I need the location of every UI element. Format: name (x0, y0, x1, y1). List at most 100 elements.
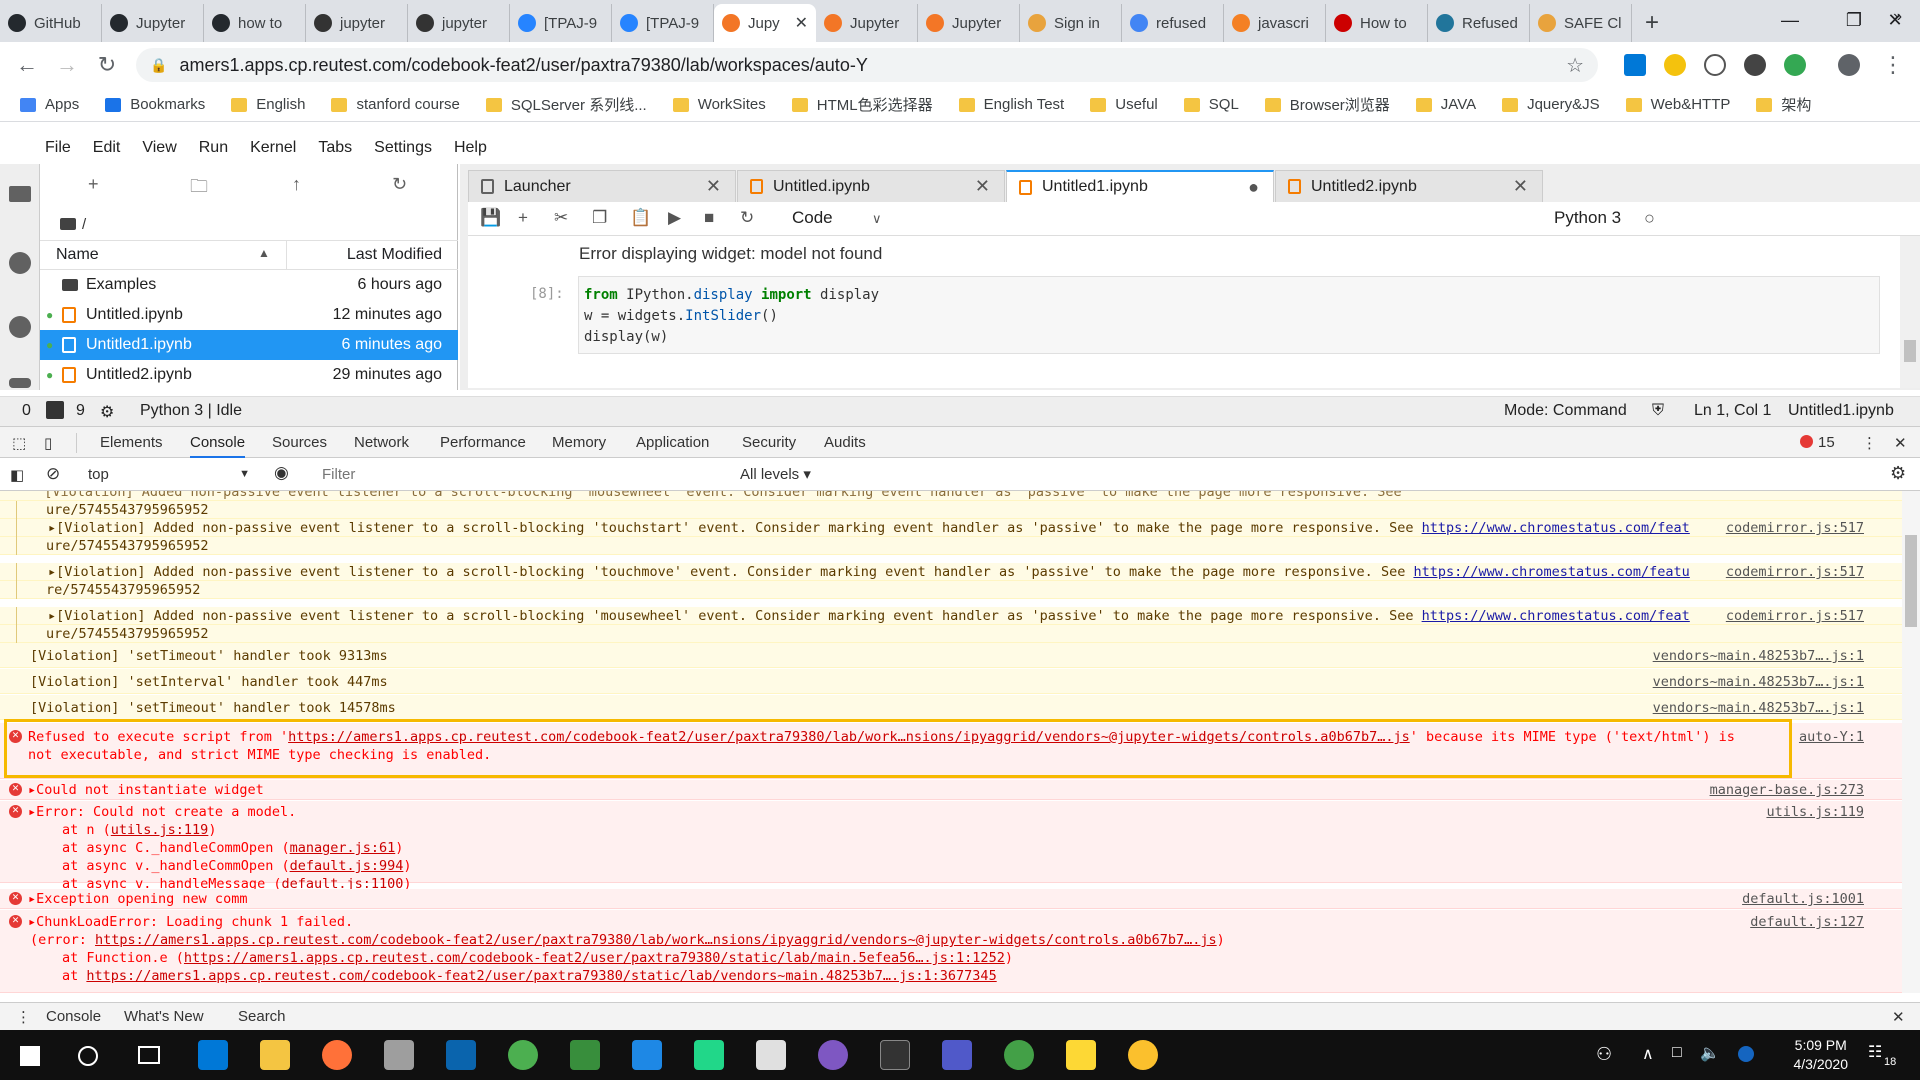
chromestatus-link[interactable]: https://www.chromestatus.com/feat (1422, 520, 1690, 536)
palette-icon[interactable] (9, 316, 31, 338)
copy-icon[interactable]: ❐ (592, 208, 607, 228)
notification-icon[interactable]: ☷ (1868, 1042, 1882, 1062)
drawer-close-icon[interactable]: ✕ (1892, 1008, 1905, 1026)
browser-tab[interactable]: [TPAJ-9 (510, 4, 612, 42)
minimize-button[interactable]: — (1758, 0, 1822, 40)
live-expression-eye-icon[interactable]: ◉ (274, 463, 289, 483)
devtools-tab-performance[interactable]: Performance (440, 434, 526, 451)
app-icon[interactable] (570, 1040, 600, 1070)
browser-tab[interactable]: SAFE Cl (1530, 4, 1632, 42)
pycharm-icon[interactable] (694, 1040, 724, 1070)
file-row[interactable]: ● Untitled1.ipynb 6 minutes ago (40, 330, 458, 360)
bookmark-item[interactable]: WorkSites (672, 96, 766, 113)
tab-close-icon[interactable]: ✕ (795, 13, 808, 33)
source-link[interactable]: codemirror.js:517 (1726, 563, 1864, 581)
folder-icon[interactable] (9, 186, 31, 202)
bookmark-item[interactable]: English Test (958, 96, 1064, 113)
kernel-name[interactable]: Python 3 (1554, 208, 1621, 228)
bookmark-item[interactable]: SQL (1183, 96, 1239, 113)
unsaved-dot-icon[interactable]: ● (1248, 177, 1259, 198)
new-tab-button[interactable]: + (1632, 4, 1672, 42)
windows-extension-icon[interactable] (1624, 54, 1646, 76)
file-explorer-icon[interactable] (260, 1040, 290, 1070)
file-row[interactable]: ● Untitled.ipynb 12 minutes ago (40, 300, 458, 330)
source-link[interactable]: utils.js:119 (1766, 803, 1864, 821)
upload-icon[interactable]: ↑ (292, 174, 301, 195)
source-link[interactable]: default.js:127 (1750, 913, 1864, 931)
kernel-gear-icon[interactable]: ⚙ (100, 402, 114, 422)
tab-close-icon[interactable]: ✕ (975, 176, 990, 197)
devtools-close-icon[interactable]: ✕ (1894, 434, 1907, 452)
browser-tab[interactable]: refused (1122, 4, 1224, 42)
chunk-url-link[interactable]: https://amers1.apps.cp.reutest.com/codeb… (95, 932, 1217, 948)
source-link[interactable]: vendors~main.48253b7….js:1 (1653, 647, 1864, 665)
bookmark-item[interactable]: HTML色彩选择器 (791, 94, 933, 115)
menu-view[interactable]: View (142, 139, 176, 157)
cut-icon[interactable]: ✂ (554, 208, 568, 228)
menu-run[interactable]: Run (199, 139, 228, 157)
volume-icon[interactable]: 🔈 (1700, 1043, 1720, 1063)
stack-link[interactable]: utils.js:119 (111, 822, 209, 838)
drawer-tab[interactable]: Console (46, 1008, 101, 1025)
bookmark-item[interactable]: stanford course (331, 96, 460, 113)
app-icon[interactable] (632, 1040, 662, 1070)
run-icon[interactable]: ▶ (668, 208, 681, 228)
code-cell[interactable]: from IPython.display import display w = … (578, 276, 1880, 354)
chromestatus-link[interactable]: https://www.chromestatus.com/feat (1422, 608, 1690, 624)
chromestatus-link[interactable]: https://www.chromestatus.com/featu (1413, 564, 1689, 580)
notebook-tab[interactable]: Untitled1.ipynb ● (1006, 170, 1274, 202)
devtools-tab-security[interactable]: Security (742, 434, 796, 451)
sort-up-icon[interactable]: ▲ (258, 246, 270, 260)
teams-icon[interactable] (942, 1040, 972, 1070)
trust-icon[interactable]: ⛨ (1652, 402, 1664, 420)
search-icon[interactable] (78, 1046, 98, 1066)
outlook-icon[interactable] (446, 1040, 476, 1070)
bookmark-item[interactable]: Bookmarks (105, 96, 205, 113)
chrome-icon[interactable] (508, 1040, 538, 1070)
notebook-tab[interactable]: Untitled2.ipynb ✕ (1275, 170, 1543, 202)
console-settings-gear-icon[interactable]: ⚙ (1890, 463, 1906, 484)
source-link[interactable]: codemirror.js:517 (1726, 519, 1864, 537)
browser-tab[interactable]: Refused (1428, 4, 1530, 42)
tray-app-icon[interactable] (1738, 1046, 1754, 1062)
terminal-icon[interactable] (880, 1040, 910, 1070)
drawer-menu-icon[interactable]: ⋮ (16, 1008, 31, 1026)
scroll-thumb[interactable] (1904, 340, 1916, 362)
source-link[interactable]: vendors~main.48253b7….js:1 (1653, 673, 1864, 691)
restart-icon[interactable]: ↻ (740, 208, 754, 228)
notebook-tab[interactable]: Launcher ✕ (468, 170, 736, 202)
script-url-link[interactable]: https://amers1.apps.cp.reutest.com/codeb… (288, 729, 1410, 745)
menu-settings[interactable]: Settings (374, 139, 432, 157)
paste-icon[interactable]: 📋 (630, 208, 651, 228)
browser-tab[interactable]: Jupy ✕ (714, 4, 816, 42)
notebook-tab[interactable]: Untitled.ipynb ✕ (737, 170, 1005, 202)
app-icon[interactable] (1004, 1040, 1034, 1070)
console-filter-input[interactable] (312, 462, 726, 486)
task-view-icon[interactable] (138, 1046, 160, 1064)
source-link[interactable]: codemirror.js:517 (1726, 607, 1864, 625)
clear-console-icon[interactable]: ⊘ (46, 464, 60, 484)
sticky-notes-icon[interactable] (1066, 1040, 1096, 1070)
chevron-down-icon[interactable]: ∨ (872, 211, 882, 227)
console-scrollbar[interactable] (1902, 491, 1920, 993)
bookmark-item[interactable]: Jquery&JS (1502, 96, 1600, 113)
source-link[interactable]: vendors~main.48253b7….js:1 (1653, 699, 1864, 717)
kernel-status[interactable]: Python 3 | Idle (140, 402, 242, 420)
edge-icon[interactable] (198, 1040, 228, 1070)
drawer-tab[interactable]: Search (238, 1008, 286, 1025)
profile-avatar[interactable] (1838, 54, 1860, 76)
stack-link[interactable]: default.js:994 (290, 858, 404, 874)
source-link[interactable]: manager-base.js:273 (1710, 781, 1864, 799)
sidebar-toggle-icon[interactable]: ◧ (10, 466, 24, 484)
devtools-tab-network[interactable]: Network (354, 434, 409, 451)
bookmark-item[interactable]: Web&HTTP (1625, 96, 1730, 113)
devtools-tab-memory[interactable]: Memory (552, 434, 606, 451)
name-column-header[interactable]: Name (56, 246, 99, 264)
menu-file[interactable]: File (45, 139, 71, 157)
browser-tab[interactable]: Jupyter (816, 4, 918, 42)
forward-icon[interactable]: → (52, 50, 82, 80)
browser-tab[interactable]: jupyter (408, 4, 510, 42)
photos-icon[interactable] (756, 1040, 786, 1070)
inspect-icon[interactable]: ⬚ (12, 434, 26, 452)
windows-start-icon[interactable] (20, 1046, 40, 1066)
